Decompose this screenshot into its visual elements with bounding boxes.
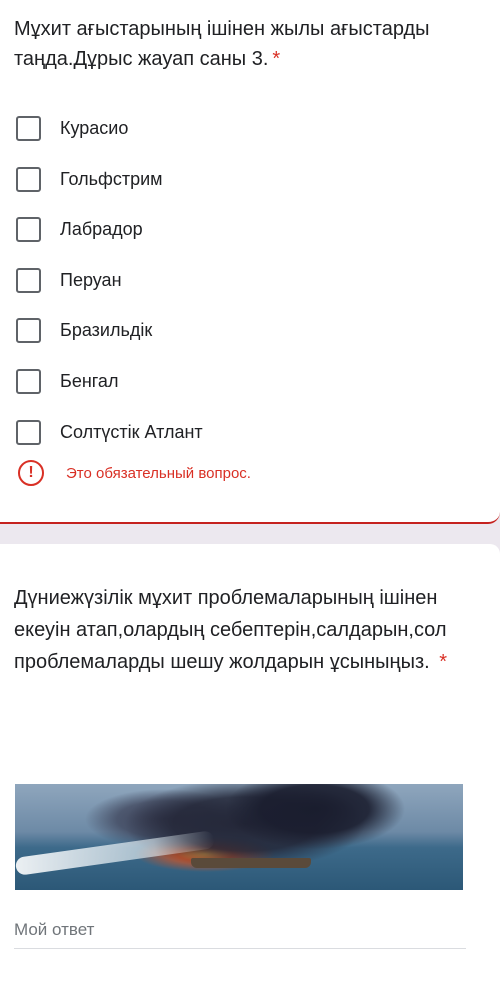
checkbox-option-brazildik[interactable]: Бразильдік xyxy=(16,316,152,344)
card-separator xyxy=(0,524,500,544)
question-card-1: Мұхит ағыстарының ішінен жылы ағыстарды … xyxy=(0,0,500,524)
checkbox[interactable] xyxy=(16,317,41,343)
checkbox-option-peruan[interactable]: Перуан xyxy=(16,266,122,294)
option-label: Лабрадор xyxy=(60,218,143,239)
answer-input[interactable]: Мой ответ xyxy=(14,920,94,940)
checkbox-option-labrador[interactable]: Лабрадор xyxy=(16,215,143,243)
option-label: Солтүстік Атлант xyxy=(60,421,203,442)
question-title: Мұхит ағыстарының ішінен жылы ағыстарды … xyxy=(14,14,484,74)
required-asterisk: * xyxy=(439,651,448,673)
checkbox-option-bengal[interactable]: Бенгал xyxy=(16,367,118,395)
checkbox-option-kurasio[interactable]: Курасио xyxy=(16,114,128,142)
checkbox-option-golfstream[interactable]: Гольфстрим xyxy=(16,165,163,193)
option-label: Перуан xyxy=(60,269,122,290)
question-title: Дүниежүзілік мұхит проблемаларының ішіне… xyxy=(14,582,484,678)
option-label: Курасио xyxy=(60,117,129,138)
checkbox[interactable] xyxy=(16,368,41,394)
question-title-text: Мұхит ағыстарының ішінен жылы ағыстарды … xyxy=(14,18,430,70)
required-error: ! Это обязательный вопрос. xyxy=(18,459,251,487)
checkbox[interactable] xyxy=(16,115,41,141)
option-label: Гольфстрим xyxy=(60,168,163,189)
question-title-text: Дүниежүзілік мұхит проблемаларының ішіне… xyxy=(14,587,447,673)
ship xyxy=(191,858,311,868)
option-label: Бенгал xyxy=(60,370,119,391)
checkbox-option-soltustik-atlant[interactable]: Солтүстік Атлант xyxy=(16,418,203,446)
error-message: Это обязательный вопрос. xyxy=(66,464,251,482)
checkbox[interactable] xyxy=(16,267,41,293)
checkbox[interactable] xyxy=(16,216,41,242)
water-jet xyxy=(15,830,216,876)
question-image xyxy=(15,784,463,890)
question-card-2: Дүниежүзілік мұхит проблемаларының ішіне… xyxy=(0,544,500,985)
checkbox[interactable] xyxy=(16,166,41,192)
required-asterisk: * xyxy=(272,48,281,70)
alert-icon: ! xyxy=(18,460,44,486)
option-label: Бразильдік xyxy=(60,319,153,340)
answer-underline xyxy=(14,948,466,949)
checkbox[interactable] xyxy=(16,419,41,445)
